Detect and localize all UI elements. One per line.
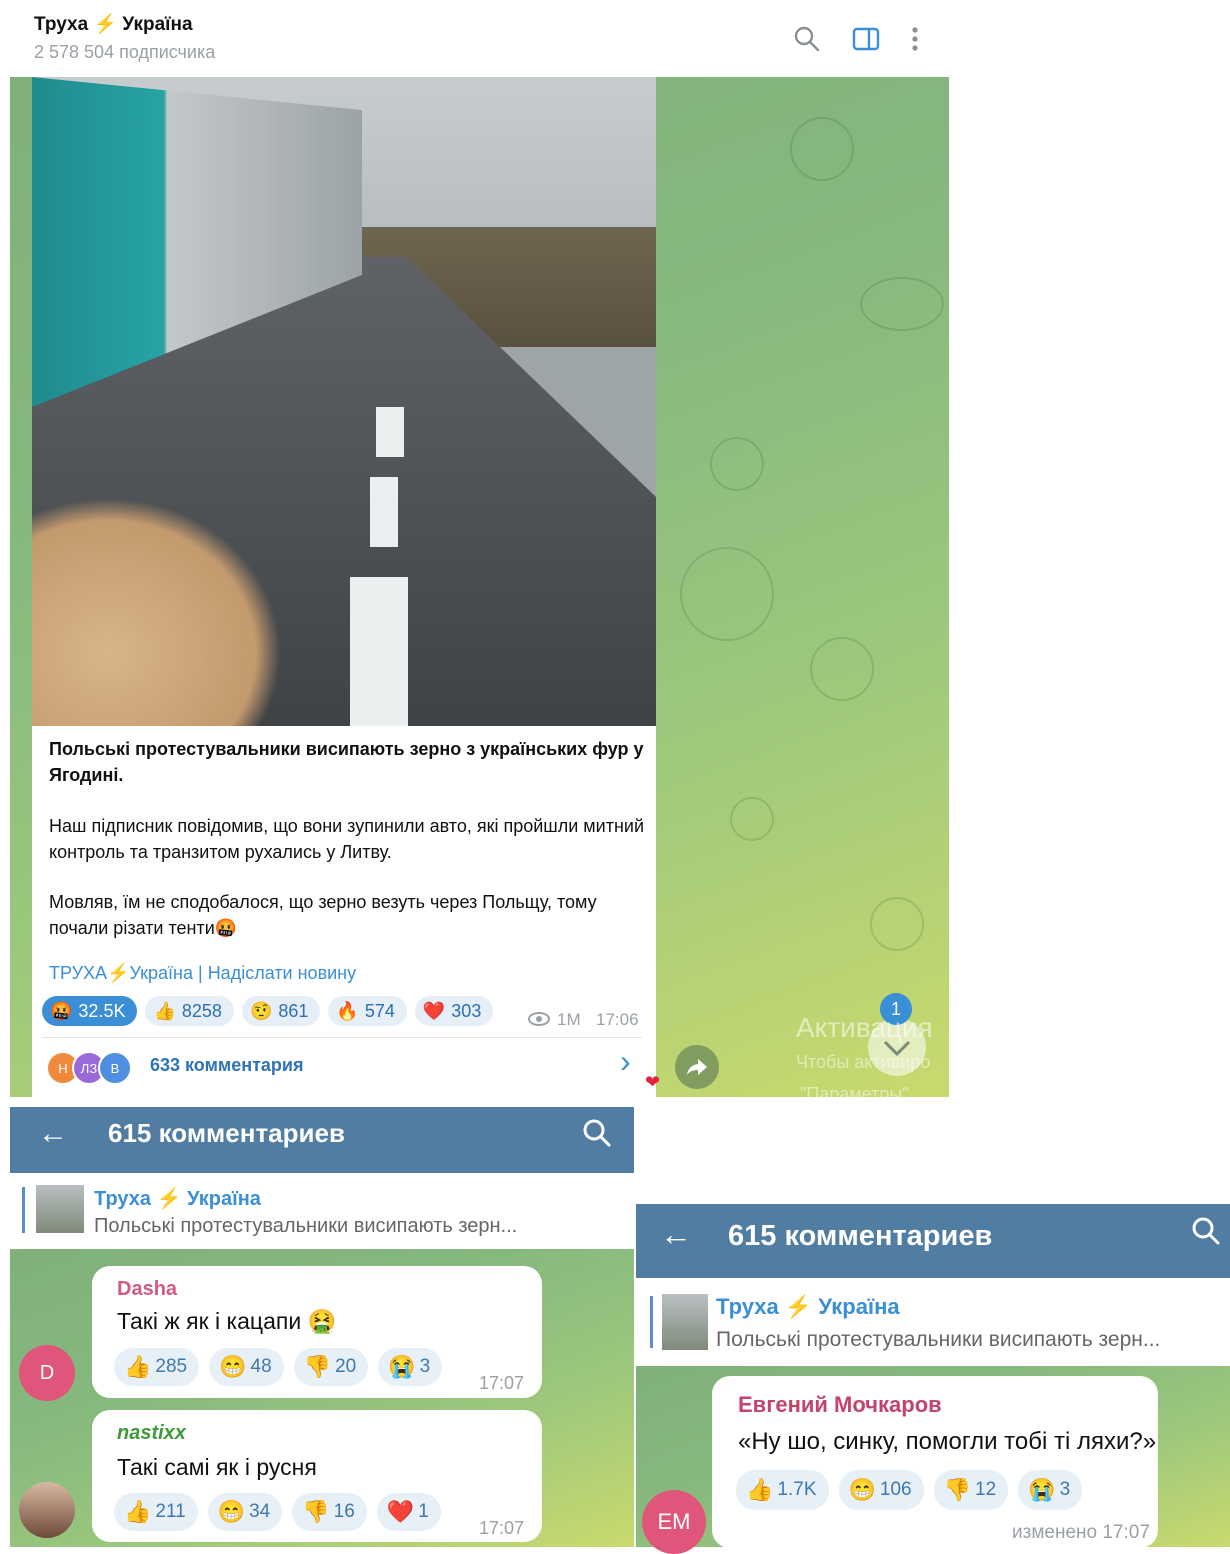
post-photo[interactable] xyxy=(32,77,656,726)
reaction-heart[interactable]: ❤️ 1 xyxy=(376,1493,441,1531)
reaction-grin[interactable]: 😁 106 xyxy=(838,1470,924,1510)
share-arrow-icon xyxy=(687,1059,707,1075)
subscriber-count: 2 578 504 подписчика xyxy=(34,42,216,62)
activation-line-2: "Параметры". xyxy=(800,1084,914,1104)
comment-bubble: Евгений Мочкаров «Ну шо, синку, помогли … xyxy=(712,1376,1158,1548)
reaction-fire[interactable]: 🔥 574 xyxy=(328,996,407,1026)
comment-bubble: Dasha Такі ж як і кацапи 🤮 👍 285 😁 48 👎 20 … xyxy=(92,1266,542,1398)
pin-bar xyxy=(650,1296,653,1348)
comments-link[interactable]: 633 комментария xyxy=(150,1055,303,1076)
post-caption-title: Польські протестувальники висипають зерн… xyxy=(49,739,644,785)
pinned-name-part2: Україна xyxy=(818,1294,900,1319)
heart-icon: ❤ xyxy=(645,1072,661,1092)
post-time: 17:06 xyxy=(596,1010,639,1029)
bolt-icon: ⚡ xyxy=(93,14,118,35)
reaction-thumbs-up[interactable]: 👍 285 xyxy=(114,1348,200,1386)
edited-time: изменено 17:07 xyxy=(1012,1522,1150,1543)
pinned-name-part1: Труха xyxy=(716,1294,779,1319)
more-vertical-icon[interactable] xyxy=(909,26,921,54)
activation-title: Активация xyxy=(796,1012,933,1043)
comment-author[interactable]: Евгений Мочкаров xyxy=(738,1392,942,1418)
reaction-grin[interactable]: 😁 34 xyxy=(207,1493,283,1531)
post-paragraph-2: Мовляв, їм не сподобалося, що зерно везу… xyxy=(49,892,597,938)
comment-bubble: nastixx Такі самі як і русня 👍 211 😁 34 👎 1… xyxy=(92,1410,542,1542)
post-reactions: 🤬 32.5K 👍 8258 🤨 861 🔥 574 ❤️ 303 xyxy=(42,996,494,1026)
comments-title: 615 комментариев xyxy=(108,1118,345,1148)
eye-icon xyxy=(528,1012,550,1026)
pinned-channel-name: Труха ⚡ Україна xyxy=(94,1186,261,1211)
commenter-avatars: Н ЛЗ В xyxy=(46,1051,132,1085)
pinned-name-part2: Україна xyxy=(187,1188,261,1210)
right-comments-appbar: ← 615 комментариев xyxy=(636,1204,1230,1278)
pinned-thumbnail xyxy=(662,1294,708,1350)
reaction-angry[interactable]: 🤬 32.5K xyxy=(42,996,138,1026)
reaction-crying[interactable]: 😭 3 xyxy=(378,1348,443,1386)
search-icon[interactable] xyxy=(794,26,820,52)
pinned-name-part1: Труха xyxy=(94,1188,152,1210)
chevron-right-icon[interactable]: › xyxy=(620,1043,631,1080)
back-arrow-icon[interactable]: ← xyxy=(38,1117,68,1151)
comments-title: 615 комментариев xyxy=(728,1220,993,1252)
pin-bar xyxy=(22,1187,25,1233)
avatar[interactable] xyxy=(19,1482,75,1538)
channel-name-part2: Україна xyxy=(122,14,193,35)
search-icon[interactable] xyxy=(582,1118,612,1148)
comment-author[interactable]: Dasha xyxy=(117,1278,177,1301)
pinned-post[interactable]: Труха ⚡ Україна Польські протестувальник… xyxy=(636,1278,1230,1366)
back-arrow-icon[interactable]: ← xyxy=(660,1216,692,1253)
channel-post: Польські протестувальники висипають зерн… xyxy=(32,77,656,1097)
post-paragraph-1: Наш підписник повідомив, що вони зупинил… xyxy=(49,816,644,862)
reaction-crying[interactable]: 😭 3 xyxy=(1018,1470,1083,1510)
divider xyxy=(42,1037,642,1038)
avatar[interactable]: D xyxy=(19,1345,75,1401)
comment-time: 17:07 xyxy=(479,1518,525,1538)
send-news-link[interactable]: Надіслати новину xyxy=(208,963,356,983)
comment-time: 17:07 xyxy=(479,1373,525,1393)
share-button[interactable] xyxy=(675,1045,719,1089)
channel-title[interactable]: Труха ⚡ Україна xyxy=(34,12,193,36)
comment-text: Такі самі як і русня xyxy=(117,1454,317,1480)
reaction-thumbs-up[interactable]: 👍 211 xyxy=(114,1493,198,1531)
reaction-thumbs-down[interactable]: 👎 16 xyxy=(292,1493,367,1531)
activation-line-1: Чтобы активиро xyxy=(796,1052,931,1072)
pinned-text: Польські протестувальники висипають зерн… xyxy=(94,1215,518,1237)
link-separator: | xyxy=(197,963,203,983)
reaction-heart[interactable]: ❤️ 303 xyxy=(414,996,494,1026)
reaction-grin[interactable]: 😁 48 xyxy=(209,1348,284,1386)
reaction-thumbs-down[interactable]: 👎 20 xyxy=(293,1348,369,1386)
avatar[interactable]: ЕМ xyxy=(642,1490,706,1554)
channel-name-part1: Труха xyxy=(34,14,89,35)
reaction-raised-eyebrow[interactable]: 🤨 861 xyxy=(241,996,321,1026)
pinned-thumbnail xyxy=(36,1185,84,1233)
reaction-thumbs-down[interactable]: 👎 12 xyxy=(933,1470,1009,1510)
view-count: 1M xyxy=(557,1010,581,1029)
pinned-text: Польські протестувальники висипають зерн… xyxy=(716,1328,1161,1351)
comment-text: «Ну шо, синку, помогли тобі ті ляхи?» xyxy=(738,1428,1157,1455)
comment-reactions: 👍 1.7K 😁 106 👎 12 😭 3 xyxy=(736,1470,1083,1510)
reaction-thumbs-up[interactable]: 👍 8258 xyxy=(145,996,234,1026)
reaction-thumbs-up[interactable]: 👍 1.7K xyxy=(736,1470,829,1510)
comment-reactions: 👍 285 😁 48 👎 20 😭 3 xyxy=(114,1348,443,1386)
pinned-channel-name: Труха ⚡ Україна xyxy=(716,1294,900,1320)
bolt-icon: ⚡ xyxy=(156,1188,182,1210)
pinned-post[interactable]: Труха ⚡ Україна Польські протестувальник… xyxy=(10,1173,634,1249)
channel-link[interactable]: ТРУХА⚡Україна xyxy=(49,963,193,983)
search-icon[interactable] xyxy=(1191,1216,1221,1246)
comment-text: Такі ж як і кацапи 🤮 xyxy=(117,1308,337,1334)
left-comments-appbar: ← 615 комментариев xyxy=(10,1107,634,1173)
bolt-icon: ⚡ xyxy=(784,1294,813,1319)
post-links: ТРУХА⚡Україна | Надіслати новину xyxy=(49,963,356,984)
sidebar-toggle-icon[interactable] xyxy=(852,27,880,51)
comment-reactions: 👍 211 😁 34 👎 16 ❤️ 1 xyxy=(114,1493,441,1531)
avatar: В xyxy=(98,1051,132,1085)
comment-author[interactable]: nastixx xyxy=(117,1422,186,1445)
